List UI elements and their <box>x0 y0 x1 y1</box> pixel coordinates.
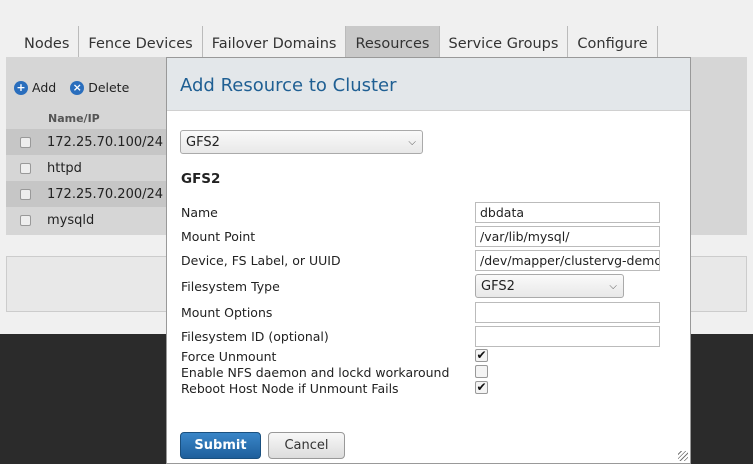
nfs-workaround-checkbox[interactable] <box>475 365 488 378</box>
resources-toolbar: + Add × Delete <box>14 80 129 95</box>
table-row[interactable]: mysqld <box>6 207 166 233</box>
row-name: mysqld <box>47 212 95 228</box>
chevron-down-icon: ⌵ <box>408 137 416 148</box>
table-row[interactable]: 172.25.70.200/24 <box>6 181 166 207</box>
force-unmount-label: Force Unmount <box>181 349 277 364</box>
filesystem-type-select[interactable]: GFS2 ⌵ <box>475 274 624 298</box>
row-checkbox[interactable] <box>20 188 31 200</box>
device-label: Device, FS Label, or UUID <box>181 253 341 268</box>
submit-button[interactable]: Submit <box>180 432 261 459</box>
reboot-host-label: Reboot Host Node if Unmount Fails <box>181 381 399 396</box>
add-resource-dialog: Add Resource to Cluster GFS2 ⌵ GFS2 Name… <box>166 57 691 464</box>
tab-service-groups[interactable]: Service Groups <box>440 26 569 58</box>
delete-button[interactable]: × Delete <box>70 80 129 95</box>
section-heading: GFS2 <box>181 171 221 187</box>
tab-fence-devices[interactable]: Fence Devices <box>79 26 203 58</box>
dialog-title: Add Resource to Cluster <box>180 75 397 96</box>
filesystem-id-input[interactable] <box>475 326 660 347</box>
chevron-down-icon: ⌵ <box>609 281 617 292</box>
add-button-label: Add <box>32 80 57 95</box>
row-name: 172.25.70.100/24 <box>47 134 164 150</box>
resize-grip-icon[interactable] <box>678 451 688 461</box>
mount-point-label: Mount Point <box>181 229 256 244</box>
name-label: Name <box>181 205 218 220</box>
row-name: 172.25.70.200/24 <box>47 186 164 202</box>
row-checkbox[interactable] <box>20 214 31 226</box>
plus-icon: + <box>14 80 28 95</box>
device-input[interactable]: /dev/mapper/clustervg-demo <box>475 250 660 271</box>
reboot-host-checkbox[interactable]: ✔ <box>475 381 488 394</box>
name-input[interactable]: dbdata <box>475 202 660 223</box>
cancel-button[interactable]: Cancel <box>268 432 345 459</box>
mount-point-input[interactable]: /var/lib/mysql/ <box>475 226 660 247</box>
main-tabs: Nodes Fence Devices Failover Domains Res… <box>15 26 658 58</box>
mount-options-input[interactable] <box>475 302 660 323</box>
table-row[interactable]: 172.25.70.100/24 <box>6 129 166 155</box>
column-header-name-ip[interactable]: Name/IP <box>48 112 100 125</box>
tab-nodes[interactable]: Nodes <box>15 26 80 58</box>
resource-type-select[interactable]: GFS2 ⌵ <box>180 130 423 154</box>
force-unmount-checkbox[interactable]: ✔ <box>475 349 488 362</box>
tab-resources[interactable]: Resources <box>346 26 440 58</box>
row-checkbox[interactable] <box>20 162 31 174</box>
row-checkbox[interactable] <box>20 136 31 148</box>
close-icon: × <box>70 80 85 95</box>
delete-button-label: Delete <box>88 80 130 95</box>
tab-failover-domains[interactable]: Failover Domains <box>203 26 347 58</box>
filesystem-id-label: Filesystem ID (optional) <box>181 329 329 344</box>
add-button[interactable]: + Add <box>14 80 56 95</box>
nfs-workaround-label: Enable NFS daemon and lockd workaround <box>181 365 450 380</box>
row-name: httpd <box>47 160 82 176</box>
filesystem-type-label: Filesystem Type <box>181 279 280 294</box>
filesystem-type-value: GFS2 <box>481 279 515 294</box>
resource-type-value: GFS2 <box>186 135 220 150</box>
tab-configure[interactable]: Configure <box>568 26 658 58</box>
table-row[interactable]: httpd <box>6 155 166 181</box>
mount-options-label: Mount Options <box>181 305 273 320</box>
dialog-header: Add Resource to Cluster <box>167 58 690 111</box>
